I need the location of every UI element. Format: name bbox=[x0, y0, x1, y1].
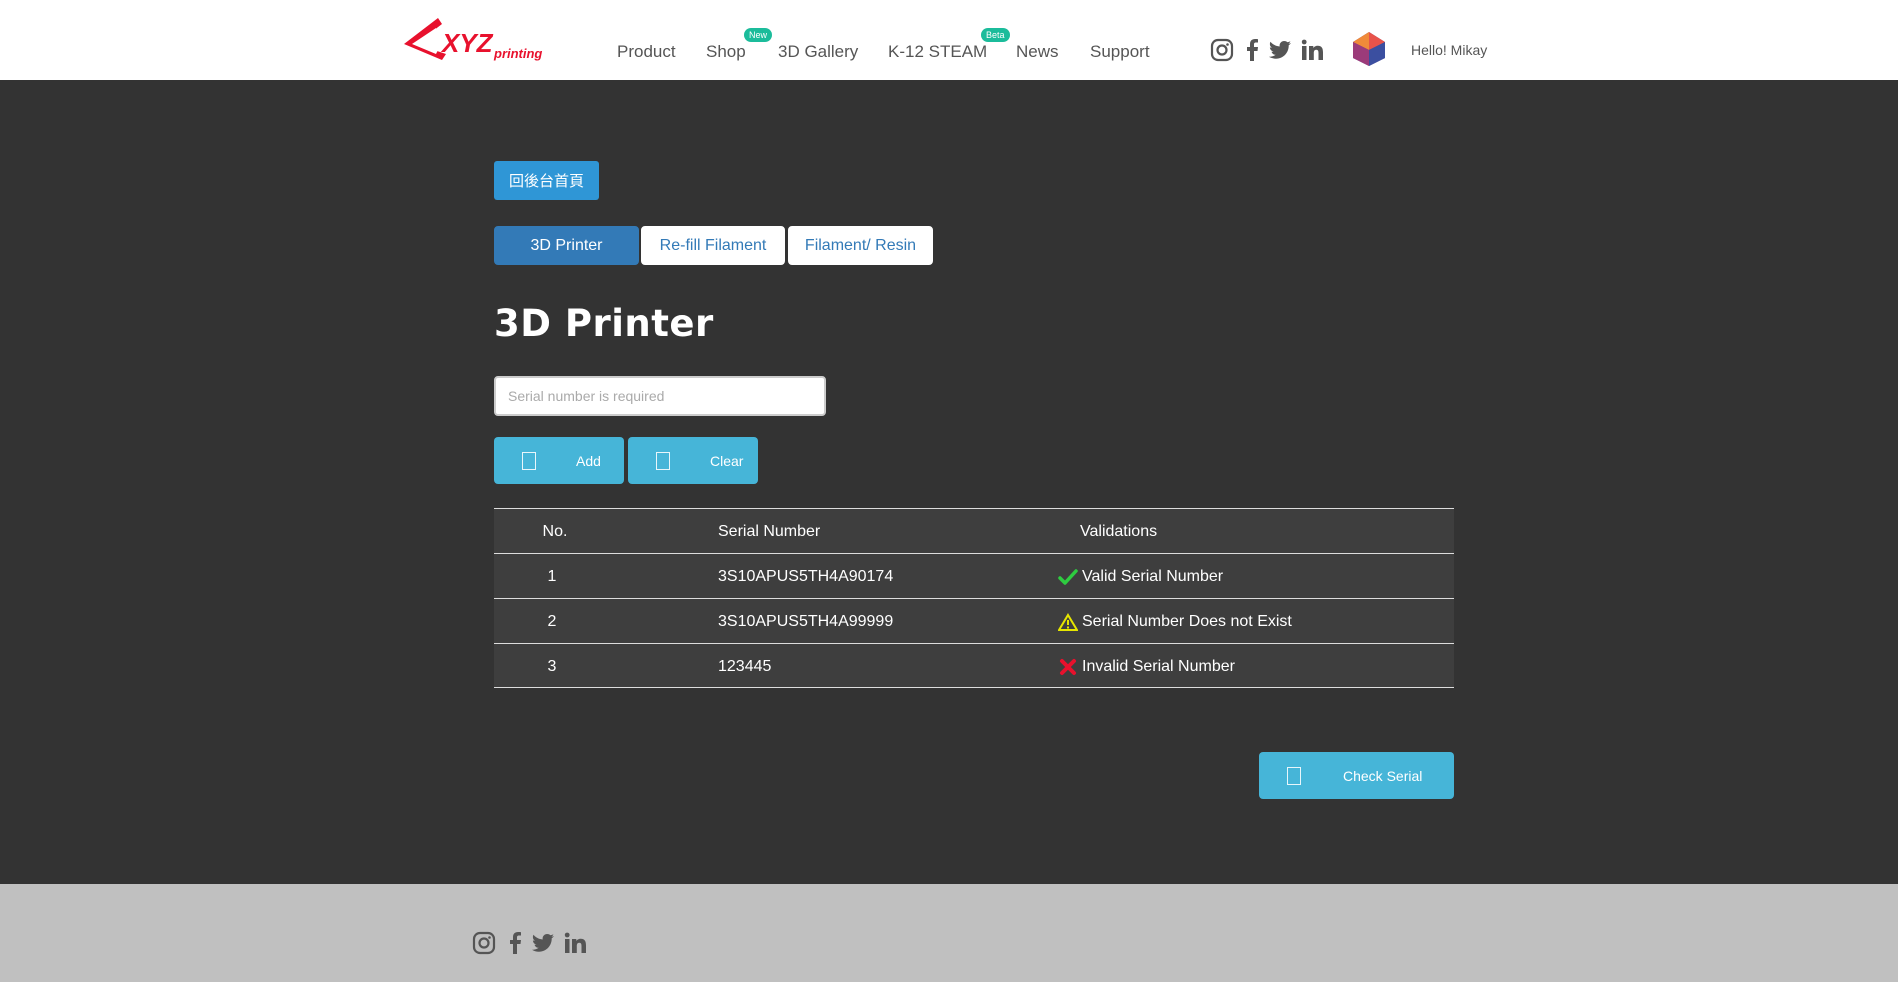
footer-facebook-icon[interactable] bbox=[503, 931, 527, 955]
nav-3d-gallery[interactable]: 3D Gallery bbox=[778, 42, 858, 62]
header-serial: Serial Number bbox=[718, 522, 821, 540]
table-row: 2 3S10APUS5TH4A99999 Serial Number Does … bbox=[494, 598, 1454, 643]
nav-product[interactable]: Product bbox=[617, 42, 676, 62]
nav-k12-steam[interactable]: K-12 STEAM bbox=[888, 42, 987, 62]
instagram-icon[interactable] bbox=[1210, 38, 1234, 62]
site-header: XYZ printing Product Shop New 3D Gallery… bbox=[0, 0, 1898, 80]
add-button-label: Add bbox=[576, 452, 601, 469]
validation-text: Valid Serial Number bbox=[1082, 567, 1224, 585]
serial-table: No. Serial Number Validations 1 3S10APUS… bbox=[494, 508, 1454, 688]
xyzprinting-logo[interactable]: XYZ printing bbox=[402, 14, 544, 66]
row-serial: 3S10APUS5TH4A90174 bbox=[718, 567, 894, 585]
tab-refill-filament[interactable]: Re-fill Filament bbox=[641, 226, 785, 265]
avatar[interactable] bbox=[1350, 30, 1388, 68]
user-greeting[interactable]: Hello! Mikay bbox=[1411, 42, 1487, 58]
new-badge: New bbox=[744, 28, 773, 42]
back-to-dashboard-button[interactable]: 回後台首頁 bbox=[494, 161, 599, 200]
svg-text:printing: printing bbox=[493, 46, 542, 61]
validation-text: Invalid Serial Number bbox=[1082, 657, 1235, 675]
row-validation: Valid Serial Number bbox=[1058, 554, 1223, 599]
cross-icon bbox=[1060, 658, 1076, 675]
footer-linkedin-icon[interactable] bbox=[563, 931, 587, 955]
row-no: 3 bbox=[547, 657, 557, 675]
check-serial-icon bbox=[1287, 766, 1301, 785]
table-header-row: No. Serial Number Validations bbox=[494, 508, 1454, 553]
clear-button-label: Clear bbox=[710, 452, 744, 469]
facebook-icon[interactable] bbox=[1240, 38, 1264, 62]
nav-news[interactable]: News bbox=[1016, 42, 1059, 62]
row-serial: 3S10APUS5TH4A99999 bbox=[718, 612, 894, 630]
check-serial-button[interactable]: Check Serial bbox=[1259, 752, 1454, 799]
serial-number-input[interactable] bbox=[494, 376, 826, 416]
row-serial: 123445 bbox=[718, 657, 772, 675]
table-row: 3 123445 Invalid Serial Number bbox=[494, 643, 1454, 688]
tab-3d-printer[interactable]: 3D Printer bbox=[494, 226, 639, 265]
row-no: 1 bbox=[547, 567, 557, 585]
twitter-icon[interactable] bbox=[1268, 38, 1292, 62]
add-button[interactable]: Add bbox=[494, 437, 624, 484]
row-no: 2 bbox=[547, 612, 557, 630]
footer-instagram-icon[interactable] bbox=[472, 931, 496, 955]
warning-icon bbox=[1058, 612, 1078, 631]
row-validation: Serial Number Does not Exist bbox=[1058, 599, 1292, 644]
header-no: No. bbox=[542, 522, 568, 540]
validation-text: Serial Number Does not Exist bbox=[1082, 612, 1292, 630]
tab-filament-resin[interactable]: Filament/ Resin bbox=[788, 226, 933, 265]
page-title: 3D Printer bbox=[494, 302, 714, 345]
row-validation: Invalid Serial Number bbox=[1058, 644, 1235, 689]
header-validations: Validations bbox=[1080, 522, 1158, 540]
check-serial-label: Check Serial bbox=[1343, 767, 1423, 784]
clear-icon bbox=[656, 451, 670, 470]
site-footer bbox=[0, 884, 1898, 982]
nav-support[interactable]: Support bbox=[1090, 42, 1150, 62]
add-icon bbox=[522, 451, 536, 470]
linkedin-icon[interactable] bbox=[1300, 38, 1324, 62]
clear-button[interactable]: Clear bbox=[628, 437, 758, 484]
footer-twitter-icon[interactable] bbox=[531, 931, 555, 955]
check-icon bbox=[1058, 568, 1078, 585]
beta-badge: Beta bbox=[981, 28, 1010, 42]
table-row: 1 3S10APUS5TH4A90174 Valid Serial Number bbox=[494, 553, 1454, 598]
nav-shop[interactable]: Shop bbox=[706, 42, 746, 62]
svg-text:XYZ: XYZ bbox=[440, 28, 494, 58]
